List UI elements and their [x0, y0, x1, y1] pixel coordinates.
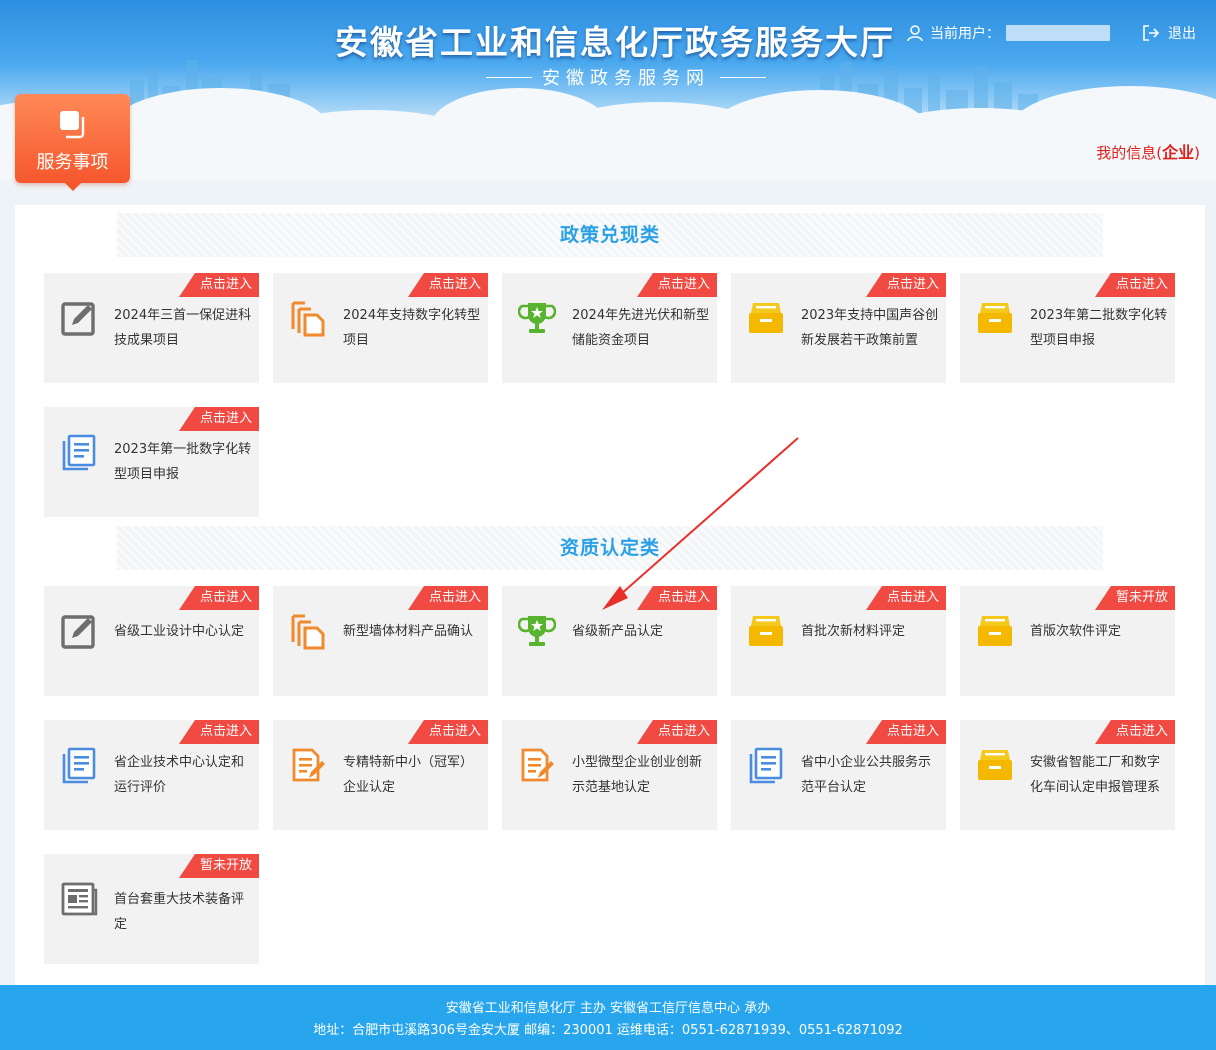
user-icon — [907, 25, 923, 42]
card-status-badge[interactable]: 点击进入 — [1095, 720, 1175, 744]
card-title: 2024年先进光伏和新型储能资金项目 — [572, 308, 710, 348]
drawer-icon — [747, 612, 785, 650]
card-title: 省企业技术中心认定和运行评价 — [114, 755, 245, 795]
site-footer: 安徽省工业和信息化厅 主办 安徽省工信厅信息中心 承办 地址：合肥市屯溪路306… — [0, 985, 1216, 1050]
card-title: 2023年支持中国声谷创新发展若干政策前置 — [801, 308, 939, 348]
card-status-badge[interactable]: 点击进入 — [637, 273, 717, 297]
card-status-badge[interactable]: 点击进入 — [179, 273, 259, 297]
current-user-label: 当前用户： — [930, 26, 1000, 42]
card-title: 省级新产品认定 — [572, 624, 664, 639]
card-title: 2024年支持数字化转型项目 — [343, 308, 481, 348]
trophy-icon — [517, 612, 557, 650]
service-card[interactable]: 2023年第一批数字化转型项目申报 点击进入 — [44, 407, 259, 517]
current-user: 当前用户： — [906, 22, 1110, 44]
main-panel: 政策兑现类 资质认定类 2024年三首一保促进科技成果项目 点击进入 2024年支持… — [15, 205, 1205, 985]
service-card[interactable]: 省中小企业公共服务示范平台认定 点击进入 — [731, 720, 946, 830]
logout-icon — [1143, 25, 1160, 41]
service-card[interactable]: 首版次软件评定 暂未开放 — [960, 586, 1175, 696]
edit-icon — [60, 612, 98, 650]
service-card[interactable]: 首批次新材料评定 点击进入 — [731, 586, 946, 696]
site-subtitle-text: 安徽政务服务网 — [542, 68, 710, 89]
card-status-badge[interactable]: 点击进入 — [637, 586, 717, 610]
document-list-icon — [60, 433, 98, 471]
document-pen-icon — [289, 746, 327, 784]
footer-sponsor: 安徽省工业和信息化厅 主办 安徽省工信厅信息中心 承办 — [445, 1001, 771, 1016]
card-status-badge[interactable]: 点击进入 — [866, 273, 946, 297]
copy-docs-icon — [289, 299, 327, 337]
service-card[interactable]: 专精特新中小（冠军）企业认定 点击进入 — [273, 720, 488, 830]
trophy-icon — [517, 299, 557, 337]
card-title: 首版次软件评定 — [1030, 624, 1122, 639]
card-status-badge[interactable]: 暂未开放 — [179, 854, 259, 878]
edit-icon — [60, 299, 98, 337]
my-info-prefix: 我的信息( — [1096, 144, 1163, 162]
card-title: 安徽省智能工厂和数字化车间认定申报管理系 — [1030, 755, 1161, 795]
service-card[interactable]: 2024年三首一保促进科技成果项目 点击进入 — [44, 273, 259, 383]
card-title: 首批次新材料评定 — [801, 624, 906, 639]
service-items-tab[interactable]: 服务事项 — [15, 94, 130, 191]
card-status-badge[interactable]: 点击进入 — [408, 720, 488, 744]
card-status-badge[interactable]: 点击进入 — [179, 586, 259, 610]
subtitle-divider-left — [486, 76, 532, 78]
card-title: 省中小企业公共服务示范平台认定 — [801, 755, 932, 795]
site-header: 安徽省工业和信息化厅政务服务大厅 安徽政务服务网 当前用户： 退出 — [0, 0, 1216, 180]
service-card[interactable]: 新型墙体材料产品确认 点击进入 — [273, 586, 488, 696]
service-card[interactable]: 省级新产品认定 点击进入 — [502, 586, 717, 696]
service-card[interactable]: 首台套重大技术装备评定 暂未开放 — [44, 854, 259, 964]
service-card[interactable]: 2024年支持数字化转型项目 点击进入 — [273, 273, 488, 383]
tab-pointer — [65, 183, 81, 191]
section-title-policy: 政策兑现类 — [117, 213, 1103, 257]
card-status-badge[interactable]: 点击进入 — [408, 586, 488, 610]
newspaper-icon — [60, 880, 98, 918]
my-info-suffix: ) — [1194, 144, 1200, 162]
document-list-icon — [747, 746, 785, 784]
card-title: 新型墙体材料产品确认 — [343, 624, 474, 639]
service-card[interactable]: 省级工业设计中心认定 点击进入 — [44, 586, 259, 696]
section-title-qualification: 资质认定类 — [117, 526, 1103, 570]
card-status-badge[interactable]: 点击进入 — [179, 720, 259, 744]
drawer-icon — [747, 299, 785, 337]
user-name-redacted — [1006, 25, 1110, 41]
card-status-badge[interactable]: 点击进入 — [866, 586, 946, 610]
service-card[interactable]: 省企业技术中心认定和运行评价 点击进入 — [44, 720, 259, 830]
my-info-link[interactable]: 我的信息(企业) — [1096, 139, 1200, 163]
card-status-badge[interactable]: 点击进入 — [637, 720, 717, 744]
card-status-badge[interactable]: 暂未开放 — [1095, 586, 1175, 610]
card-title: 首台套重大技术装备评定 — [114, 892, 245, 932]
document-list-icon — [60, 746, 98, 784]
site-title: 安徽省工业和信息化厅政务服务大厅 — [335, 23, 895, 62]
card-title: 2023年第一批数字化转型项目申报 — [114, 442, 252, 482]
my-info-type: 企业 — [1162, 143, 1195, 162]
drawer-icon — [976, 746, 1014, 784]
service-card[interactable]: 2024年先进光伏和新型储能资金项目 点击进入 — [502, 273, 717, 383]
document-pen-icon — [518, 746, 556, 784]
service-card[interactable]: 2023年支持中国声谷创新发展若干政策前置 点击进入 — [731, 273, 946, 383]
card-title: 2023年第二批数字化转型项目申报 — [1030, 308, 1168, 348]
copy-squares-icon — [60, 111, 85, 139]
card-status-badge[interactable]: 点击进入 — [866, 720, 946, 744]
site-subtitle: 安徽政务服务网 — [470, 64, 782, 90]
card-title: 专精特新中小（冠军）企业认定 — [343, 755, 474, 795]
card-status-badge[interactable]: 点击进入 — [1095, 273, 1175, 297]
footer-address: 地址：合肥市屯溪路306号金安大厦 邮编：230001 运维电话：0551-62… — [313, 1023, 903, 1038]
subtitle-divider-right — [720, 76, 766, 78]
service-card[interactable]: 小型微型企业创业创新示范基地认定 点击进入 — [502, 720, 717, 830]
drawer-icon — [976, 299, 1014, 337]
card-title: 2024年三首一保促进科技成果项目 — [114, 308, 252, 348]
service-tab-label: 服务事项 — [36, 152, 109, 173]
logout-label: 退出 — [1168, 26, 1196, 42]
service-card[interactable]: 安徽省智能工厂和数字化车间认定申报管理系 点击进入 — [960, 720, 1175, 830]
drawer-icon — [976, 612, 1014, 650]
card-title: 省级工业设计中心认定 — [114, 624, 245, 639]
card-title: 小型微型企业创业创新示范基地认定 — [572, 755, 703, 795]
card-status-badge[interactable]: 点击进入 — [179, 407, 259, 431]
service-card[interactable]: 2023年第二批数字化转型项目申报 点击进入 — [960, 273, 1175, 383]
card-status-badge[interactable]: 点击进入 — [408, 273, 488, 297]
copy-docs-icon — [289, 612, 327, 650]
logout-button[interactable]: 退出 — [1142, 22, 1196, 44]
